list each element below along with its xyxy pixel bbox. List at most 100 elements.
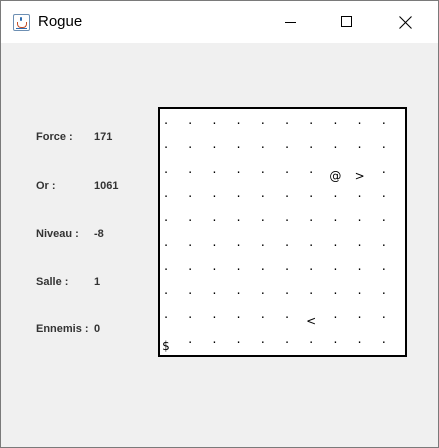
stat-value-salle: 1: [94, 276, 101, 288]
map-cell-floor: .: [283, 186, 291, 200]
map-cell-stairs-up: <: [306, 314, 317, 329]
stat-label-ennemis: Ennemis :: [36, 323, 89, 335]
map-cell-floor: .: [356, 235, 363, 249]
map-cell-floor: .: [259, 308, 267, 322]
map-cell-floor: .: [211, 138, 218, 152]
map-cell-floor: .: [380, 186, 388, 200]
map-cell-floor: .: [235, 235, 242, 249]
map-cell-floor: .: [162, 138, 170, 152]
map-cell-floor: .: [380, 235, 388, 249]
map-cell-floor: .: [259, 235, 267, 249]
map-cell-floor: .: [283, 114, 291, 127]
map-cell-floor: .: [283, 259, 291, 273]
map-cell-floor: .: [235, 186, 242, 200]
map-cell-floor: .: [332, 308, 339, 322]
map-cell-floor: .: [235, 259, 242, 273]
map-cell-floor: .: [235, 114, 242, 127]
map-cell-floor: .: [235, 162, 242, 176]
game-board[interactable]: ........................... @ >...........…: [158, 107, 407, 357]
map-cell-floor: .: [307, 211, 315, 225]
map-cell-floor: .: [307, 284, 315, 298]
map-cell-floor: .: [162, 162, 170, 176]
map-cell-floor: .: [186, 114, 194, 127]
map-cell-floor: .: [307, 138, 315, 152]
map-cell-floor: .: [211, 235, 218, 249]
maximize-icon: [341, 16, 352, 27]
map-cell-floor: .: [259, 162, 267, 176]
map-cell-floor: .: [162, 259, 170, 273]
stat-label-or: Or :: [36, 180, 56, 192]
title-bar[interactable]: Rogue: [1, 1, 438, 43]
stat-label-salle: Salle :: [36, 276, 69, 288]
map-cell-floor: .: [307, 235, 315, 249]
map-cell-floor: .: [380, 138, 388, 152]
map-cell-floor: .: [186, 186, 194, 200]
map-cell-floor: .: [307, 162, 315, 176]
map-cell-floor: .: [186, 162, 194, 176]
map-cell-floor: .: [356, 186, 363, 200]
map-cell-floor: .: [356, 308, 363, 322]
map-cell-floor: .: [162, 211, 170, 225]
map-cell-floor: .: [162, 186, 170, 200]
java-cup-icon[interactable]: [13, 14, 30, 31]
app-window: Rogue Force : 171 Or : 1061 Niveau : -8 …: [0, 0, 439, 448]
map-cell-floor: .: [356, 332, 363, 346]
stat-label-force: Force :: [36, 131, 73, 143]
map-cell-floor: .: [332, 114, 339, 127]
map-cell-floor: .: [380, 162, 388, 176]
map-cell-floor: .: [332, 186, 339, 200]
map-cell-floor: .: [186, 235, 194, 249]
map-cell-floor: .: [356, 211, 363, 225]
map-cell-floor: .: [162, 114, 170, 127]
map-cell-floor: .: [259, 284, 267, 298]
map-cell-floor: .: [332, 284, 339, 298]
map-cell-player: @: [329, 168, 342, 183]
map-cell-floor: .: [162, 284, 170, 298]
stat-value-force: 171: [94, 131, 113, 143]
stat-value-niveau: -8: [94, 228, 104, 240]
map-cell-floor: .: [211, 186, 218, 200]
close-button[interactable]: [383, 1, 429, 43]
map-cell-floor: .: [380, 259, 388, 273]
map-cell-floor: .: [283, 162, 291, 176]
map-cell-floor: .: [283, 138, 291, 152]
map-cell-floor: .: [186, 308, 194, 322]
close-icon: [399, 16, 412, 29]
map-cell-floor: .: [283, 284, 291, 298]
map-cell-floor: .: [332, 259, 339, 273]
map-cell-floor: .: [307, 259, 315, 273]
map-cell-floor: .: [259, 186, 267, 200]
map-cell-floor: .: [332, 138, 339, 152]
map-cell-floor: .: [259, 138, 267, 152]
map-cell-floor: .: [186, 259, 194, 273]
map-cell-floor: .: [211, 284, 218, 298]
map-cell-floor: .: [380, 114, 388, 127]
map-cell-floor: .: [211, 162, 218, 176]
map-cell-floor: .: [259, 114, 267, 127]
map-cell-floor: .: [356, 284, 363, 298]
map-cell-floor: .: [235, 138, 242, 152]
map-cell-floor: .: [235, 332, 242, 346]
map-cell-floor: .: [211, 332, 218, 346]
map-cell-floor: .: [259, 259, 267, 273]
map-cell-floor: .: [283, 211, 291, 225]
map-cell-floor: .: [259, 211, 267, 225]
map-cell-floor: .: [235, 211, 242, 225]
stat-value-or: 1061: [94, 180, 119, 192]
map-cell-floor: .: [162, 308, 170, 322]
map-cell-floor: .: [380, 308, 388, 322]
map-cell-floor: .: [332, 332, 339, 346]
map-cell-floor: .: [162, 235, 170, 249]
minimize-button[interactable]: [269, 1, 315, 43]
map-cell-floor: .: [186, 211, 194, 225]
map-cell-floor: .: [356, 259, 363, 273]
map-cell-floor: .: [211, 211, 218, 225]
map-cell-floor: .: [283, 235, 291, 249]
map-cell-floor: .: [356, 138, 363, 152]
map-cell-floor: .: [380, 332, 388, 346]
map-cell-floor: .: [380, 284, 388, 298]
maximize-button[interactable]: [324, 1, 370, 43]
map-cell-floor: .: [332, 211, 339, 225]
map-cell-floor: .: [307, 332, 315, 346]
map-cell-gold: $: [162, 338, 170, 353]
